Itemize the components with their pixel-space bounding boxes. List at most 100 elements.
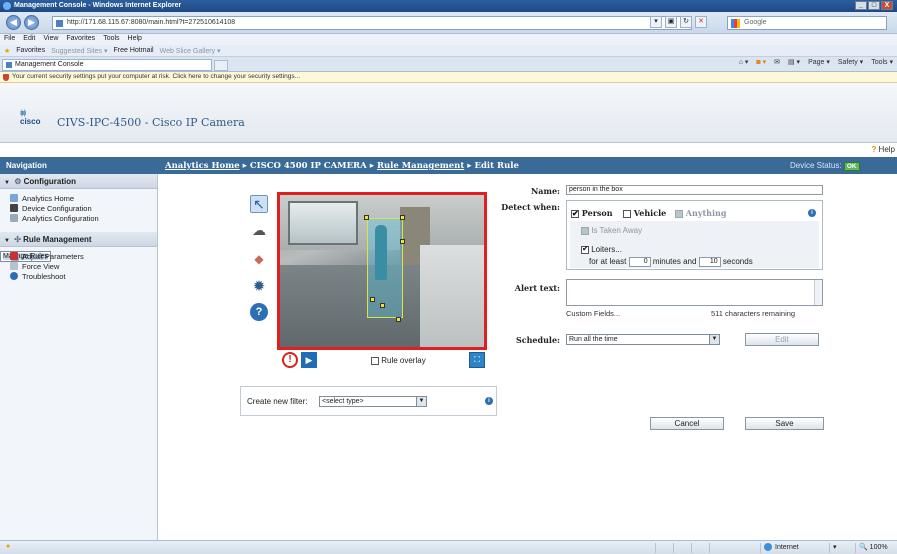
name-input[interactable]: person in the box: [566, 185, 823, 195]
search-field[interactable]: Google: [727, 16, 887, 30]
sidebar-item-label: Analytics Configuration: [22, 214, 99, 223]
command-bar: ⌂ ▾ ◙ ▾ ✉ ▤ ▾ Page ▾ Safety ▾ Tools ▾: [739, 58, 893, 66]
sidebar-section-rule-management[interactable]: ▼ ✣ Rule Management: [0, 232, 157, 247]
settings-gear-icon[interactable]: ✹: [250, 278, 268, 296]
feeds-icon[interactable]: ◙ ▾: [756, 58, 766, 66]
area-tool-icon[interactable]: ☁: [250, 221, 268, 239]
alert-icon[interactable]: !: [282, 352, 298, 368]
zone-label: Internet: [775, 543, 799, 551]
zone-handle[interactable]: [400, 215, 405, 220]
breadcrumb-rule-management[interactable]: Rule Management: [377, 161, 464, 171]
url-field[interactable]: http://171.68.115.67:8080/main.html?t=27…: [52, 16, 692, 30]
custom-fields-link[interactable]: Custom Fields...: [566, 309, 620, 318]
favorites-button[interactable]: Favorites: [16, 47, 45, 54]
save-button[interactable]: Save: [745, 417, 824, 430]
window-title: Management Console - Windows Internet Ex…: [14, 2, 182, 9]
sidebar-item-force-view[interactable]: Force View: [0, 261, 157, 271]
schedule-select[interactable]: Run all the time ▼: [566, 334, 720, 345]
zone-handle[interactable]: [396, 317, 401, 322]
help-circle-icon[interactable]: ?: [250, 303, 268, 321]
tab-management-console[interactable]: Management Console: [2, 59, 212, 71]
info-icon[interactable]: i: [485, 397, 493, 405]
zoom-control[interactable]: 🔍 100%: [855, 543, 895, 553]
loiters-option[interactable]: Loiters...: [581, 244, 622, 254]
select-arrow-icon[interactable]: ↖: [250, 195, 268, 213]
sidebar-item-analytics-home[interactable]: Analytics Home: [0, 193, 157, 203]
rule-overlay-toggle[interactable]: Rule overlay: [371, 356, 426, 365]
anything-option[interactable]: Anything: [675, 208, 726, 218]
sidebar-section-configuration[interactable]: ▼ ⚙ Configuration: [0, 174, 157, 189]
info-icon[interactable]: i: [808, 209, 816, 217]
anything-label: Anything: [685, 208, 727, 218]
chevron-down-icon: ▼: [709, 335, 719, 344]
zone-handle[interactable]: [380, 303, 385, 308]
back-button[interactable]: ◀: [6, 15, 21, 30]
seconds-input[interactable]: 10: [698, 257, 721, 267]
play-icon[interactable]: ▶: [301, 352, 317, 368]
anything-checkbox[interactable]: [675, 210, 683, 218]
person-option[interactable]: Person: [571, 208, 613, 218]
dropdown-icon[interactable]: ▾: [650, 16, 662, 28]
security-zone[interactable]: Internet: [760, 543, 822, 553]
forward-button[interactable]: ▶: [24, 15, 39, 30]
new-tab-button[interactable]: [214, 60, 228, 71]
menu-favorites[interactable]: Favorites: [66, 35, 95, 44]
filter-type-select[interactable]: <select type> ▼: [319, 396, 427, 407]
zone-handle[interactable]: [370, 297, 375, 302]
vehicle-checkbox[interactable]: [623, 210, 631, 218]
sidebar-item-adjust-parameters[interactable]: Adjust Parameters: [0, 251, 157, 261]
menu-help[interactable]: Help: [128, 35, 142, 44]
minimize-button[interactable]: _: [855, 1, 867, 10]
fav-web-slice-gallery[interactable]: Web Slice Gallery ▾: [160, 47, 221, 55]
page-menu[interactable]: Page ▾: [808, 58, 830, 66]
sidebar-item-device-configuration[interactable]: Device Configuration: [0, 203, 157, 213]
chevron-down-icon: ▼: [416, 397, 426, 406]
status-badge: OK: [843, 162, 860, 171]
vehicle-option[interactable]: Vehicle: [623, 208, 666, 218]
zone-handle[interactable]: [400, 239, 405, 244]
fullscreen-icon[interactable]: ⛶: [469, 352, 485, 368]
rule-overlay-checkbox[interactable]: [371, 356, 379, 365]
for-at-least-label: for at least: [589, 257, 627, 267]
fav-suggested-sites[interactable]: Suggested Sites ▾: [51, 47, 107, 55]
person-checkbox[interactable]: [571, 208, 579, 218]
eraser-icon[interactable]: ◆: [250, 250, 268, 268]
help-link[interactable]: ? Help: [871, 145, 895, 154]
cisco-bars-icon: ı|ıı|ı: [20, 110, 26, 117]
cancel-button[interactable]: Cancel: [650, 417, 724, 430]
zone-handle[interactable]: [364, 215, 369, 220]
close-button[interactable]: X: [881, 1, 893, 10]
stop-icon[interactable]: ✕: [695, 16, 707, 28]
sidebar-item-troubleshoot[interactable]: Troubleshoot: [0, 271, 157, 281]
breadcrumb-analytics-home[interactable]: Analytics Home: [165, 161, 240, 171]
scrollbar[interactable]: [814, 280, 822, 305]
taken-away-checkbox[interactable]: [581, 226, 589, 235]
maximize-button[interactable]: □: [868, 1, 880, 10]
camera-view[interactable]: [277, 192, 487, 350]
safety-menu[interactable]: Safety ▾: [838, 58, 863, 66]
print-icon[interactable]: ▤ ▾: [788, 58, 800, 66]
detection-zone[interactable]: [367, 218, 403, 318]
security-info-bar[interactable]: Your current security settings put your …: [0, 72, 897, 83]
loiters-checkbox[interactable]: [581, 244, 589, 254]
mail-icon[interactable]: ✉: [774, 58, 780, 66]
alert-text-input[interactable]: [566, 279, 823, 306]
favorites-star-icon: ★: [4, 48, 11, 55]
tab-page-icon: [6, 62, 12, 68]
menu-file[interactable]: File: [4, 35, 15, 44]
refresh-icon[interactable]: ↻: [680, 16, 692, 28]
menu-tools[interactable]: Tools: [103, 35, 119, 44]
menu-edit[interactable]: Edit: [23, 35, 35, 44]
zoom-level: 100%: [869, 544, 888, 551]
edit-schedule-button[interactable]: Edit: [745, 333, 819, 346]
sidebar-item-analytics-configuration[interactable]: Analytics Configuration: [0, 213, 157, 223]
seconds-label: seconds: [722, 257, 753, 267]
tools-menu[interactable]: Tools ▾: [871, 58, 893, 66]
protected-mode-icon[interactable]: ▾: [829, 543, 853, 553]
compat-icon[interactable]: ▣: [665, 16, 677, 28]
taken-away-option[interactable]: Is Taken Away: [581, 226, 642, 235]
fav-free-hotmail[interactable]: Free Hotmail: [114, 47, 154, 54]
menu-view[interactable]: View: [43, 35, 58, 44]
minutes-input[interactable]: 0: [628, 257, 651, 267]
home-icon[interactable]: ⌂ ▾: [739, 58, 749, 66]
